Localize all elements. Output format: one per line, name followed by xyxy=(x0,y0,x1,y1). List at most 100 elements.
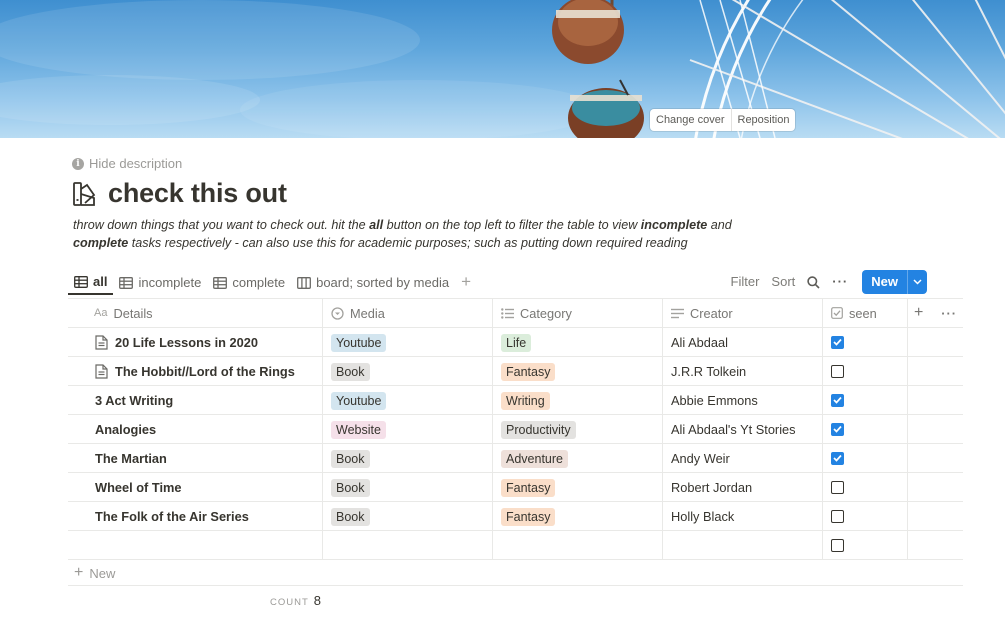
table-row[interactable]: 3 Act Writing Youtube Writing Abbie Emmons xyxy=(68,386,963,415)
seen-checkbox[interactable] xyxy=(831,451,844,465)
media-cell[interactable]: Book xyxy=(323,473,493,501)
tab-complete[interactable]: complete xyxy=(207,270,291,295)
creator-cell[interactable]: Robert Jordan xyxy=(663,473,823,501)
category-cell[interactable]: Productivity xyxy=(493,415,663,443)
seen-checkbox[interactable] xyxy=(831,538,844,552)
seen-checkbox[interactable] xyxy=(831,480,844,494)
column-header-details[interactable]: Aa Details xyxy=(68,299,323,327)
empty-cell xyxy=(908,328,963,356)
details-cell[interactable] xyxy=(68,531,323,559)
page-title[interactable]: check this out xyxy=(108,178,287,209)
tab-all[interactable]: all xyxy=(68,270,114,295)
select-icon xyxy=(331,306,344,320)
category-cell[interactable]: Fantasy xyxy=(493,473,663,501)
page-description[interactable]: throw down things that you want to check… xyxy=(73,216,773,252)
creator-cell[interactable]: Ali Abdaal's Yt Stories xyxy=(663,415,823,443)
details-cell[interactable]: Wheel of Time xyxy=(68,473,323,501)
details-cell[interactable]: Analogies xyxy=(68,415,323,443)
media-cell[interactable]: Book xyxy=(323,357,493,385)
media-cell[interactable]: Youtube xyxy=(323,386,493,414)
row-title[interactable]: 3 Act Writing xyxy=(95,393,173,408)
media-tag: Website xyxy=(331,421,386,439)
creator-cell[interactable]: Abbie Emmons xyxy=(663,386,823,414)
row-title[interactable]: The Hobbit//Lord of the Rings xyxy=(95,364,295,379)
seen-checkbox[interactable] xyxy=(831,509,844,523)
table-row[interactable] xyxy=(68,531,963,560)
details-cell[interactable]: 3 Act Writing xyxy=(68,386,323,414)
category-cell[interactable]: Fantasy xyxy=(493,502,663,530)
category-cell[interactable]: Fantasy xyxy=(493,357,663,385)
table-row[interactable]: Wheel of Time Book Fantasy Robert Jordan xyxy=(68,473,963,502)
category-cell[interactable]: Adventure xyxy=(493,444,663,472)
details-cell[interactable]: 20 Life Lessons in 2020 xyxy=(68,328,323,356)
category-tag: Fantasy xyxy=(501,479,556,497)
seen-checkbox[interactable] xyxy=(831,364,844,378)
media-cell[interactable]: Book xyxy=(323,502,493,530)
creator-text: Holly Black xyxy=(671,508,735,524)
row-title[interactable]: Wheel of Time xyxy=(95,480,182,495)
category-cell[interactable] xyxy=(493,531,663,559)
plus-icon: + xyxy=(74,564,84,581)
column-header-media[interactable]: Media xyxy=(323,299,493,327)
column-header-creator[interactable]: Creator xyxy=(663,299,823,327)
filter-button[interactable]: Filter xyxy=(725,270,766,294)
more-options-icon[interactable]: ··· xyxy=(826,270,854,294)
media-tag: Book xyxy=(331,363,370,381)
creator-cell[interactable]: Holly Black xyxy=(663,502,823,530)
category-cell[interactable]: Life xyxy=(493,328,663,356)
creator-text: Ali Abdaal's Yt Stories xyxy=(671,421,796,437)
sort-button[interactable]: Sort xyxy=(765,270,801,294)
row-title[interactable]: Analogies xyxy=(95,422,156,437)
row-title-text: The Martian xyxy=(95,450,167,466)
count-summary[interactable]: COUNT 8 xyxy=(270,593,321,608)
seen-checkbox[interactable] xyxy=(831,393,844,407)
column-header-seen[interactable]: seen xyxy=(823,299,908,327)
reposition-button[interactable]: Reposition xyxy=(730,109,796,131)
color-swatch-icon[interactable] xyxy=(72,181,98,207)
creator-cell[interactable] xyxy=(663,531,823,559)
more-options-icon[interactable]: ··· xyxy=(941,306,957,321)
search-icon[interactable] xyxy=(801,270,826,294)
row-title[interactable]: The Folk of the Air Series xyxy=(95,509,249,524)
add-property-icon[interactable]: + xyxy=(914,304,923,322)
creator-cell[interactable]: J.R.R Tolkein xyxy=(663,357,823,385)
seen-checkbox[interactable] xyxy=(831,335,844,349)
details-cell[interactable]: The Martian xyxy=(68,444,323,472)
row-title-text: The Folk of the Air Series xyxy=(95,508,249,524)
new-button[interactable]: New xyxy=(862,270,907,294)
tab-board[interactable]: board; sorted by media xyxy=(291,270,455,295)
table-row[interactable]: The Hobbit//Lord of the Rings Book Fantasy… xyxy=(68,357,963,386)
media-cell[interactable]: Book xyxy=(323,444,493,472)
hide-description-toggle[interactable]: i Hide description xyxy=(72,156,182,171)
list-icon xyxy=(501,307,514,319)
table-row[interactable]: The Folk of the Air Series Book Fantasy Hol… xyxy=(68,502,963,531)
media-cell[interactable] xyxy=(323,531,493,559)
details-cell[interactable]: The Folk of the Air Series xyxy=(68,502,323,530)
hide-description-label: Hide description xyxy=(89,156,183,171)
creator-text: J.R.R Tolkein xyxy=(671,363,747,379)
tab-incomplete[interactable]: incomplete xyxy=(113,270,207,295)
row-title[interactable]: 20 Life Lessons in 2020 xyxy=(95,335,258,350)
media-cell[interactable]: Youtube xyxy=(323,328,493,356)
table-row[interactable]: The Martian Book Adventure Andy Weir xyxy=(68,444,963,473)
table-row[interactable]: Analogies Website Productivity Ali Abdaal's… xyxy=(68,415,963,444)
add-view-icon[interactable]: + xyxy=(455,270,477,294)
table-row[interactable]: 20 Life Lessons in 2020 Youtube Life Ali Ab… xyxy=(68,328,963,357)
creator-cell[interactable]: Andy Weir xyxy=(663,444,823,472)
row-title[interactable]: The Martian xyxy=(95,451,167,466)
media-tag: Youtube xyxy=(331,392,387,410)
row-title-text: The Hobbit//Lord of the Rings xyxy=(115,363,295,379)
details-cell[interactable]: The Hobbit//Lord of the Rings xyxy=(68,357,323,385)
media-cell[interactable]: Website xyxy=(323,415,493,443)
category-cell[interactable]: Writing xyxy=(493,386,663,414)
seen-cell xyxy=(823,328,908,356)
text-icon: Aa xyxy=(94,307,108,319)
creator-cell[interactable]: Ali Abdaal xyxy=(663,328,823,356)
chevron-down-icon[interactable] xyxy=(907,270,927,294)
category-tag: Adventure xyxy=(501,450,568,468)
seen-checkbox[interactable] xyxy=(831,422,844,436)
column-header-category[interactable]: Category xyxy=(493,299,663,327)
add-new-row-button[interactable]: + New xyxy=(74,564,115,582)
empty-cell xyxy=(908,444,963,472)
change-cover-button[interactable]: Change cover xyxy=(650,109,731,131)
